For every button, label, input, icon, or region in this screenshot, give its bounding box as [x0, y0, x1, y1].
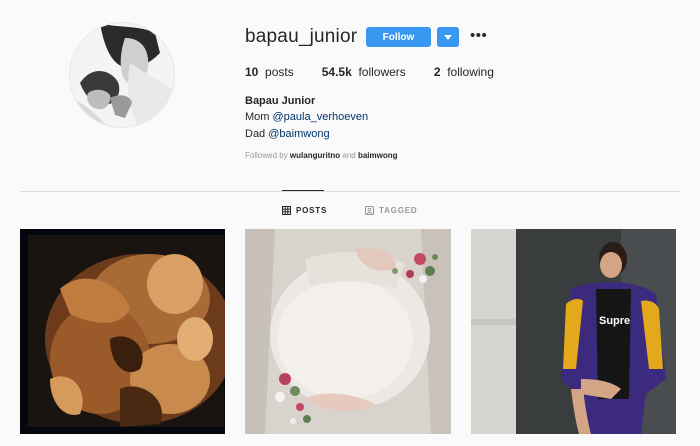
- following-count: 2: [433, 65, 441, 79]
- posts-label: posts: [262, 65, 294, 79]
- followed-by-text: Followed by wulanguritno and baimwong: [245, 151, 398, 160]
- mention-link-mom[interactable]: @paula_verhoeven: [273, 111, 369, 123]
- mention-link-dad[interactable]: @baimwong: [268, 128, 329, 140]
- posts-label-text: posts: [265, 65, 294, 79]
- followed-by-user-link[interactable]: wulanguritno: [290, 151, 340, 160]
- post-thumbnail[interactable]: Supre: [471, 229, 676, 434]
- more-options-button[interactable]: •••: [470, 28, 487, 44]
- tabs-divider: [20, 191, 680, 192]
- post-thumbnail[interactable]: [20, 229, 225, 434]
- post-image-maternity: [245, 229, 451, 434]
- tab-posts-label: POSTS: [296, 206, 328, 215]
- caret-down-icon: [444, 34, 452, 40]
- tagged-icon: [365, 206, 374, 215]
- profile-stats: 10 posts 54.5k followers 2 following: [245, 65, 522, 79]
- bio-line-dad: Dad @baimwong: [245, 128, 330, 140]
- followers-count: 54.5k: [321, 65, 352, 79]
- followers-label-text: followers: [358, 65, 406, 79]
- profile-avatar[interactable]: [69, 22, 175, 128]
- following-stat[interactable]: 2 following: [434, 65, 494, 79]
- post-image-ultrasound: [20, 229, 225, 434]
- bio-mom-prefix: Mom: [245, 111, 273, 123]
- followed-by-user-link[interactable]: baimwong: [358, 151, 398, 160]
- active-tab-indicator: [282, 190, 324, 191]
- following-label: following: [444, 65, 494, 79]
- followed-by-and: and: [340, 151, 358, 160]
- post-thumbnail[interactable]: [245, 229, 451, 434]
- followers-label: followers: [355, 65, 406, 79]
- profile-full-name: Bapau Junior: [245, 95, 316, 107]
- bio-dad-prefix: Dad: [245, 128, 269, 140]
- profile-username: bapau_junior: [245, 26, 358, 47]
- svg-text:Supre: Supre: [599, 315, 630, 327]
- more-icon: •••: [470, 27, 488, 44]
- following-label-text: following: [447, 65, 494, 79]
- tab-tagged[interactable]: TAGGED: [365, 206, 417, 215]
- tab-tagged-label: TAGGED: [379, 206, 418, 215]
- followers-stat[interactable]: 54.5k followers: [322, 65, 406, 79]
- followed-by-prefix: Followed by: [245, 151, 290, 160]
- avatar-photo: [70, 23, 174, 127]
- posts-count: 10: [245, 65, 259, 79]
- grid-icon: [282, 206, 291, 215]
- tab-posts[interactable]: POSTS: [282, 206, 327, 215]
- bio-line-mom: Mom @paula_verhoeven: [245, 111, 368, 123]
- suggestions-dropdown-button[interactable]: [437, 27, 459, 47]
- post-image-jacket: Supre: [471, 229, 676, 434]
- follow-button[interactable]: Follow: [366, 27, 431, 47]
- posts-stat: 10 posts: [245, 65, 294, 79]
